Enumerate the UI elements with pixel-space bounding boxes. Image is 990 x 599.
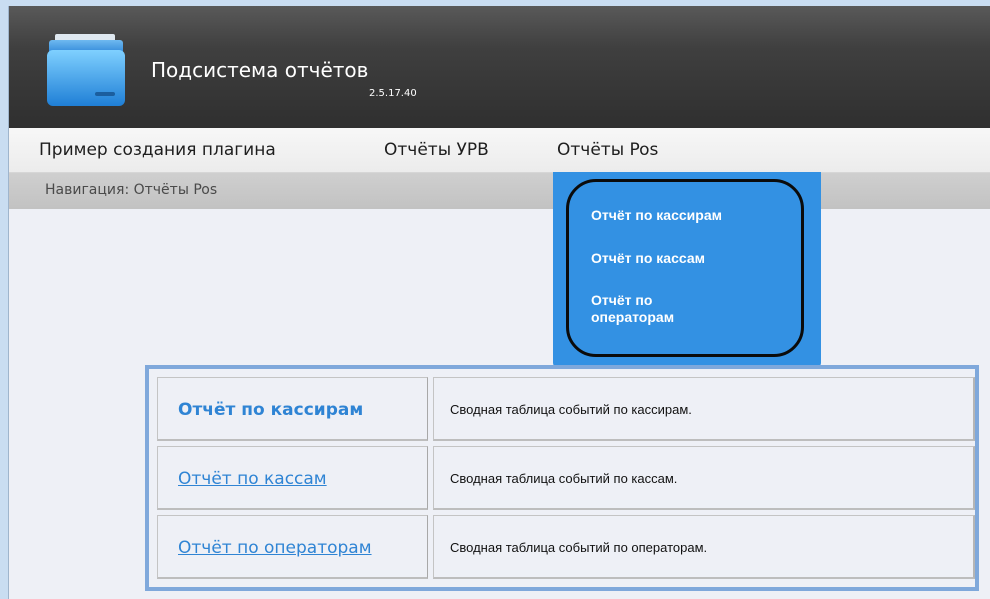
app-version: 2.5.17.40 <box>369 88 417 99</box>
main-menu: Пример создания плагина Отчёты УРВ Отчёт… <box>9 128 990 173</box>
report-description: Сводная таблица событий по кассам. <box>450 471 678 486</box>
pos-reports-dropdown <box>553 172 821 367</box>
menu-item-urv-reports[interactable]: Отчёты УРВ <box>384 140 489 160</box>
table-row: Отчёт по операторам Сводная таблица собы… <box>157 515 975 581</box>
dropdown-item-operators[interactable]: Отчёт по операторам <box>591 292 711 326</box>
highlight-ring <box>566 179 804 357</box>
report-link-operators[interactable]: Отчёт по операторам <box>178 538 372 558</box>
dropdown-item-cashiers[interactable]: Отчёт по кассирам <box>591 207 781 224</box>
report-description: Сводная таблица событий по кассирам. <box>450 402 692 417</box>
app-title: Подсистема отчётов <box>151 58 369 82</box>
table-row: Отчёт по кассам Сводная таблица событий … <box>157 446 975 512</box>
table-row: Отчёт по кассирам Сводная таблица событи… <box>157 377 975 443</box>
reports-table: Отчёт по кассирам Сводная таблица событи… <box>145 365 979 591</box>
breadcrumb-text: Навигация: Отчёты Pos <box>45 182 218 198</box>
report-link-registers[interactable]: Отчёт по кассам <box>178 469 327 489</box>
app-window: Подсистема отчётов 2.5.17.40 Пример созд… <box>8 6 990 599</box>
report-description-cell: Сводная таблица событий по операторам. <box>433 515 975 579</box>
report-name-cell: Отчёт по кассам <box>157 446 428 510</box>
report-name-cell: Отчёт по операторам <box>157 515 428 579</box>
report-description-cell: Сводная таблица событий по кассам. <box>433 446 975 510</box>
menu-item-plugin-example[interactable]: Пример создания плагина <box>39 140 276 160</box>
menu-item-pos-reports[interactable]: Отчёты Pos <box>557 140 658 160</box>
report-description: Сводная таблица событий по операторам. <box>450 540 708 555</box>
dropdown-item-registers[interactable]: Отчёт по кассам <box>591 250 781 267</box>
report-link-cashiers[interactable]: Отчёт по кассирам <box>178 400 363 420</box>
report-name-cell: Отчёт по кассирам <box>157 377 428 441</box>
breadcrumb: Навигация: Отчёты Pos <box>9 173 990 209</box>
folder-icon <box>47 34 125 106</box>
report-description-cell: Сводная таблица событий по кассирам. <box>433 377 975 441</box>
app-header: Подсистема отчётов 2.5.17.40 <box>9 6 990 128</box>
